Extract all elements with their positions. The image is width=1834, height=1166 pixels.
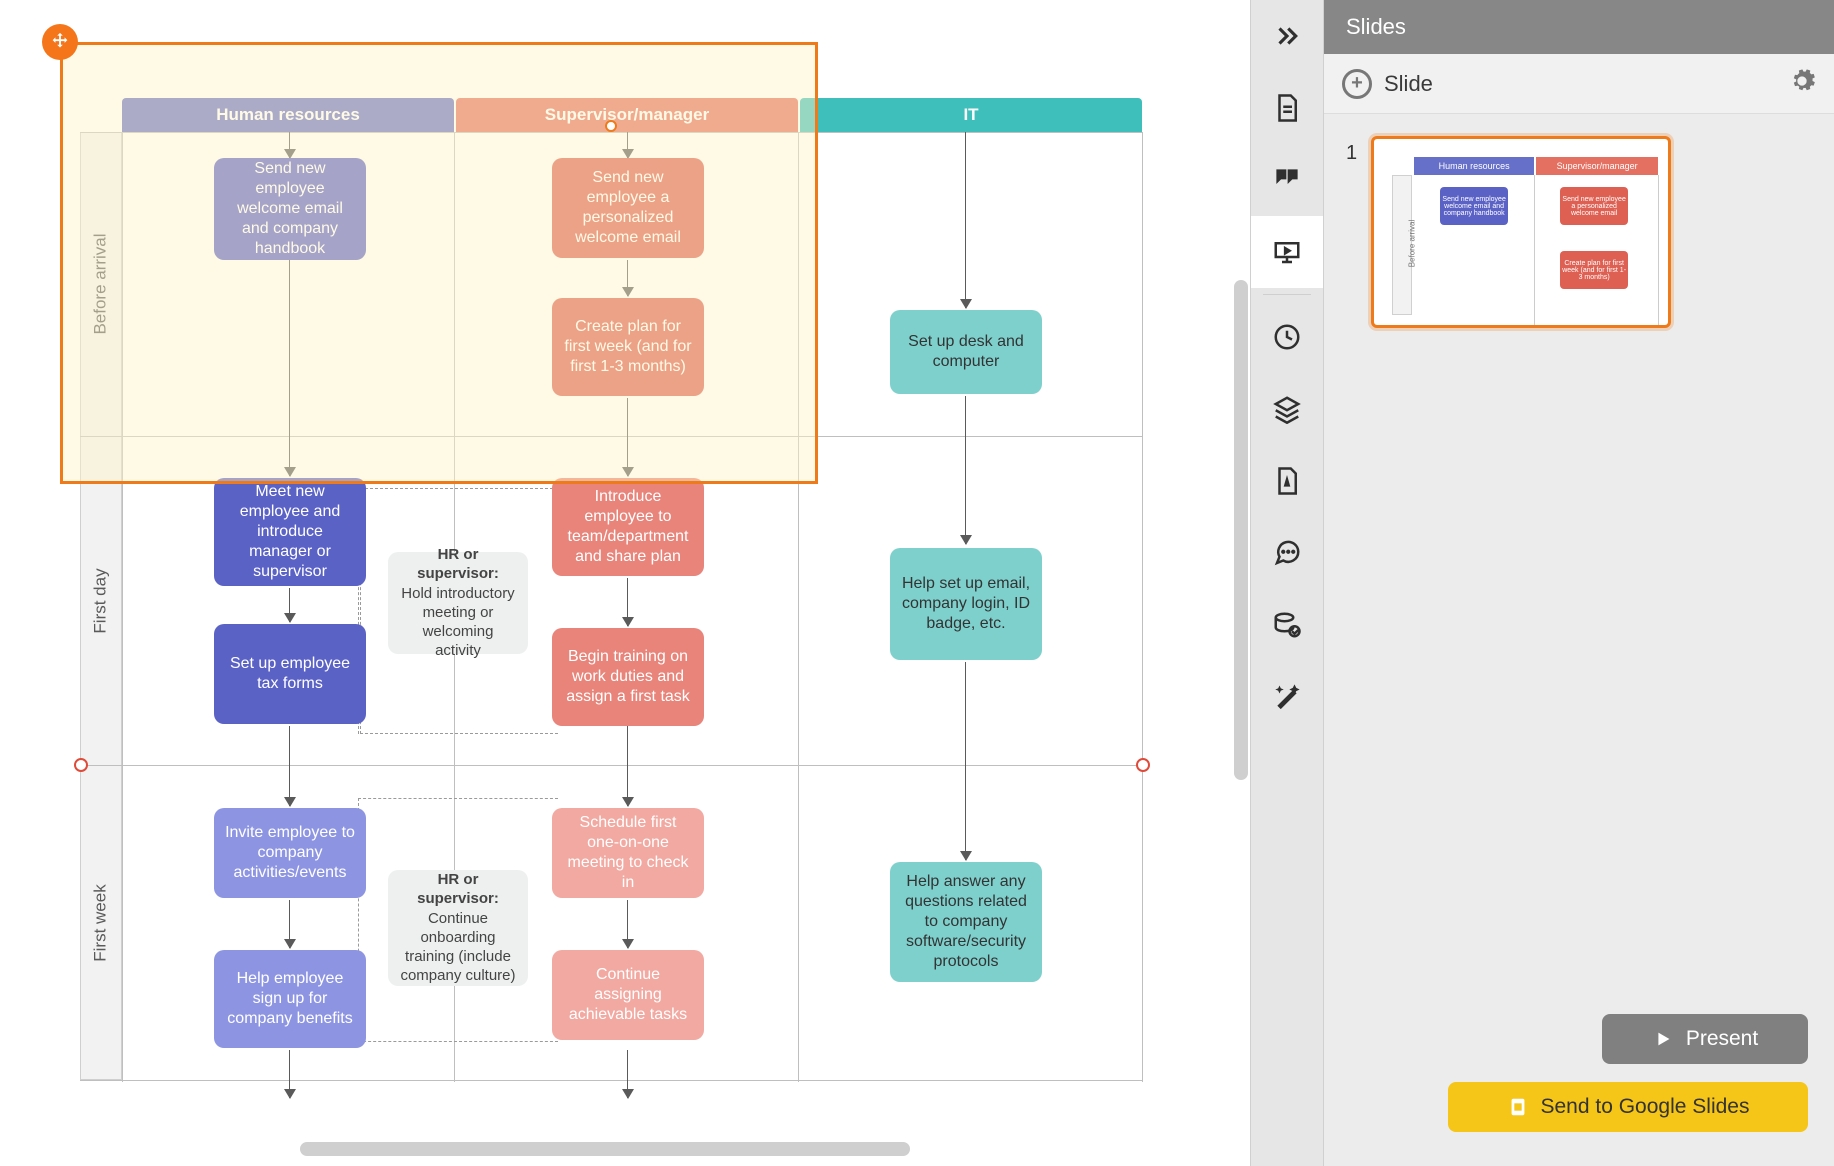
arrow — [289, 1050, 290, 1098]
history-icon[interactable] — [1251, 301, 1323, 373]
card-sup-one-on-one[interactable]: Schedule first one-on-one meeting to che… — [552, 808, 704, 898]
chat-icon[interactable] — [1251, 517, 1323, 589]
card-sup-assign-tasks[interactable]: Continue assigning achievable tasks — [552, 950, 704, 1040]
right-toolbar — [1250, 0, 1324, 1166]
diagram-canvas[interactable]: Human resources Supervisor/manager IT Be… — [0, 0, 1250, 1166]
theme-icon[interactable] — [1251, 445, 1323, 517]
horizontal-scrollbar[interactable] — [300, 1142, 910, 1156]
card-note-intro-meeting[interactable]: HR or supervisor:Hold introductory meeti… — [388, 552, 528, 654]
magic-icon[interactable] — [1251, 661, 1323, 733]
arrow — [289, 900, 290, 948]
lane-header-supervisor[interactable]: Supervisor/manager — [456, 98, 798, 132]
lane-header-it[interactable]: IT — [800, 98, 1142, 132]
anchor-handle[interactable] — [1136, 758, 1150, 772]
arrow — [627, 398, 628, 476]
anchor-handle[interactable] — [74, 758, 88, 772]
slide-number: 1 — [1346, 142, 1357, 165]
add-slide-icon[interactable]: + — [1342, 69, 1372, 99]
arrow — [627, 900, 628, 948]
page-settings-icon[interactable] — [1251, 72, 1323, 144]
row-label-first-week[interactable]: First week — [80, 765, 122, 1080]
send-to-google-slides-button[interactable]: Send to Google Slides — [1448, 1082, 1808, 1132]
arrow — [289, 588, 290, 622]
card-it-setup-accounts[interactable]: Help set up email, company login, ID bad… — [890, 548, 1042, 660]
add-slide-label[interactable]: Slide — [1384, 71, 1433, 97]
presentation-mode-icon[interactable] — [1251, 216, 1323, 288]
panel-title: Slides — [1324, 0, 1834, 54]
collapse-panel-icon[interactable] — [1251, 0, 1323, 72]
arrow — [965, 396, 966, 544]
panel-subheader: + Slide — [1324, 54, 1834, 114]
card-hr-tax-forms[interactable]: Set up employee tax forms — [214, 624, 366, 724]
card-sup-create-plan[interactable]: Create plan for first week (and for firs… — [552, 298, 704, 396]
selection-handle[interactable] — [605, 120, 617, 132]
card-it-setup-desk[interactable]: Set up desk and computer — [890, 310, 1042, 394]
move-handle-icon[interactable] — [42, 24, 78, 60]
grid-line — [798, 132, 799, 1082]
arrow — [965, 662, 966, 860]
card-hr-meet-employee[interactable]: Meet new employee and introduce manager … — [214, 478, 366, 586]
arrow — [289, 260, 290, 476]
arrow — [289, 132, 290, 158]
vertical-scrollbar[interactable] — [1234, 280, 1248, 780]
card-note-continue-training[interactable]: HR or supervisor:Continue onboarding tra… — [388, 870, 528, 986]
comment-icon[interactable] — [1251, 144, 1323, 216]
lane-header-hr[interactable]: Human resources — [122, 98, 454, 132]
grid-line — [122, 132, 123, 1082]
arrow — [627, 1050, 628, 1098]
arrow — [627, 132, 628, 158]
arrow — [627, 260, 628, 296]
card-hr-benefits[interactable]: Help employee sign up for company benefi… — [214, 950, 366, 1048]
data-linking-icon[interactable] — [1251, 589, 1323, 661]
arrow — [627, 726, 628, 806]
grid-line — [1142, 132, 1143, 1082]
slide-thumbnail[interactable]: Human resources Supervisor/manager Send … — [1371, 136, 1671, 328]
row-label-before-arrival[interactable]: Before arrival — [80, 132, 122, 436]
arrow — [627, 578, 628, 626]
row-label-first-day[interactable]: First day — [80, 436, 122, 765]
arrow — [965, 132, 966, 308]
grid-line — [80, 132, 1142, 133]
gear-icon[interactable] — [1788, 67, 1816, 100]
card-hr-activities[interactable]: Invite employee to company activities/ev… — [214, 808, 366, 898]
card-it-answer-questions[interactable]: Help answer any questions related to com… — [890, 862, 1042, 982]
slides-panel: Slides + Slide 1 Human resources Supervi… — [1324, 0, 1834, 1166]
card-sup-introduce-team[interactable]: Introduce employee to team/department an… — [552, 478, 704, 576]
present-button[interactable]: Present — [1602, 1014, 1808, 1064]
card-sup-begin-training[interactable]: Begin training on work duties and assign… — [552, 628, 704, 726]
grid-line — [80, 1080, 1142, 1081]
grid-line — [80, 765, 1142, 766]
arrow — [289, 726, 290, 806]
card-sup-welcome-email[interactable]: Send new employee a personalized welcome… — [552, 158, 704, 258]
toolbar-separator — [1263, 294, 1311, 295]
layers-icon[interactable] — [1251, 373, 1323, 445]
card-hr-welcome-email[interactable]: Send new employee welcome email and comp… — [214, 158, 366, 260]
grid-line — [80, 436, 1142, 437]
